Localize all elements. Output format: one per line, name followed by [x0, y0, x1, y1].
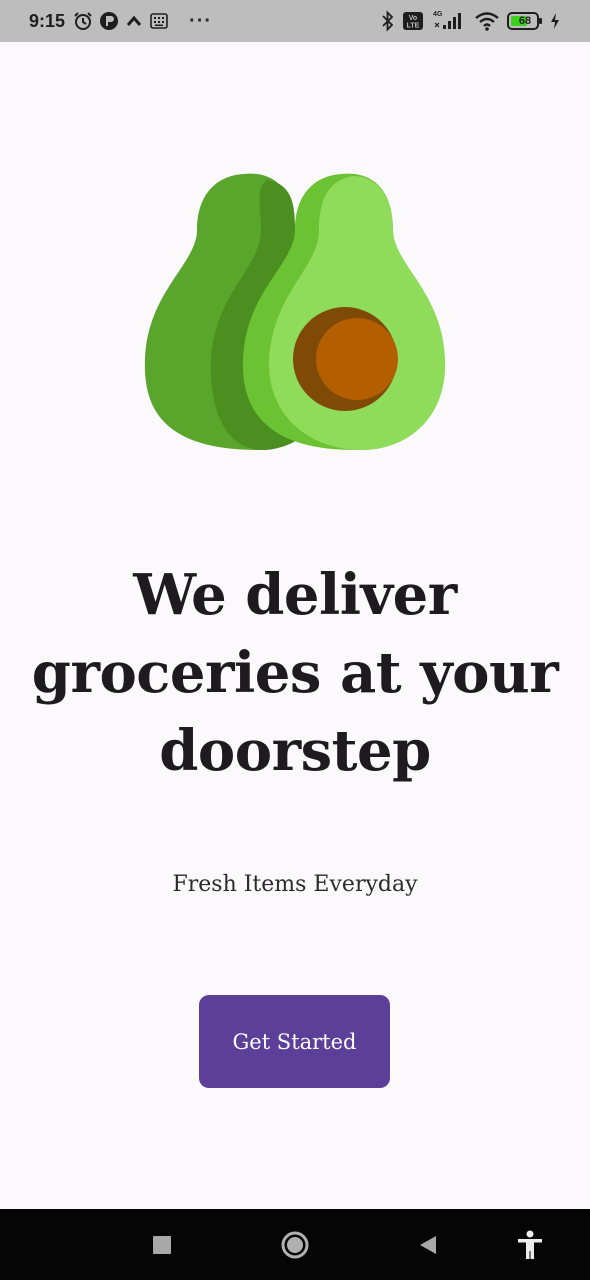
app-notification-icon [99, 11, 119, 31]
wifi-icon [474, 10, 500, 32]
status-right: Vo LTE 4G 68 [381, 0, 560, 42]
more-notifications-icon: ··· [189, 10, 213, 32]
alarm-icon [73, 11, 93, 31]
volte-label: Vo [409, 15, 417, 22]
headline: We deliver groceries at your doorstep [31, 562, 559, 784]
status-time: 9:15 [29, 10, 66, 31]
subtitle: Fresh Items Everyday [172, 872, 418, 897]
home-circle-icon[interactable] [265, 1209, 325, 1280]
avocado-icon [144, 173, 446, 451]
bluetooth-icon [381, 10, 395, 32]
back-triangle-icon[interactable] [398, 1209, 458, 1280]
volte-icon: Vo LTE [402, 10, 424, 32]
chevron-up-icon [125, 12, 143, 30]
network-badge: 4G [433, 11, 443, 18]
accessibility-icon[interactable] [500, 1209, 560, 1280]
battery-icon: 68 [507, 12, 543, 30]
get-started-button[interactable]: Get Started [199, 995, 390, 1088]
recents-square-icon[interactable] [132, 1209, 192, 1280]
signal-icon: 4G [431, 9, 467, 33]
status-bar: 9:15 ··· Vo LTE 4G 68 [0, 0, 590, 42]
status-left: 9:15 ··· [29, 0, 212, 42]
battery-level: 68 [518, 15, 532, 27]
keyboard-icon [149, 11, 169, 31]
svg-text:LTE: LTE [407, 23, 420, 30]
charging-icon [550, 12, 560, 30]
navigation-bar [0, 1209, 590, 1280]
